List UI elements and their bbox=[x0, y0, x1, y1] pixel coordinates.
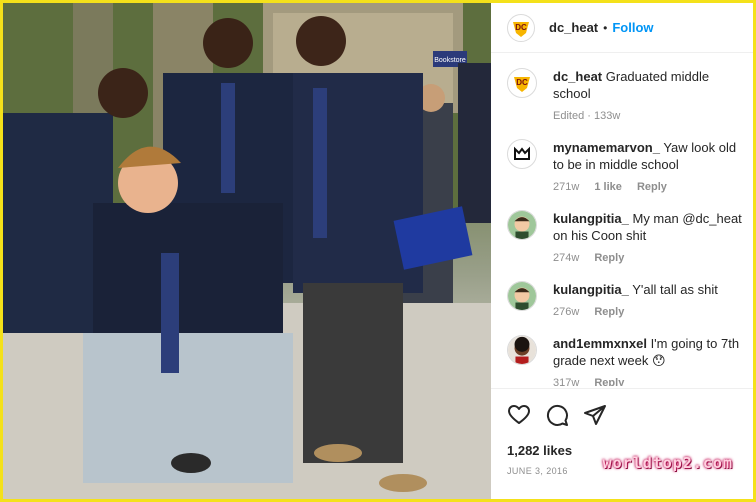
comment-username[interactable]: mynamemarvon_ bbox=[553, 140, 660, 155]
m-logo-icon bbox=[514, 146, 530, 160]
post-photo[interactable]: Bookstore bbox=[3, 3, 491, 499]
svg-text:DC: DC bbox=[516, 78, 528, 87]
post-username[interactable]: dc_heat bbox=[549, 20, 598, 35]
comment-username[interactable]: and1emmxnxel bbox=[553, 336, 647, 351]
heat-logo-icon: DC bbox=[513, 21, 529, 37]
post-header: DC dc_heat • Follow bbox=[491, 3, 753, 53]
header-separator: • bbox=[603, 20, 608, 35]
heart-icon[interactable] bbox=[507, 403, 531, 427]
post-side-panel: DC dc_heat • Follow DC dc_heat Graduated… bbox=[491, 3, 753, 499]
caption-avatar[interactable]: DC bbox=[507, 68, 537, 98]
comment-likes[interactable]: 1 like bbox=[594, 181, 622, 193]
comment-item: mynamemarvon_ Yaw look old to be in midd… bbox=[491, 125, 753, 196]
comment-item: and1emmxnxel I'm going to 7th grade next… bbox=[491, 321, 753, 386]
comment-item: kulangpitia_ Y'all tall as shit 276w Rep… bbox=[491, 267, 753, 321]
caption: DC dc_heat Graduated middle school Edite… bbox=[491, 54, 753, 125]
heat-logo-icon: DC bbox=[514, 77, 530, 92]
comment-age: 271w bbox=[553, 181, 580, 193]
instagram-post-frame: Bookstore DC dc_heat • Follow DC dc_heat… bbox=[3, 3, 753, 499]
person-avatar-icon bbox=[508, 336, 536, 364]
commenter-avatar[interactable] bbox=[507, 335, 537, 365]
comment-age: 276w bbox=[553, 306, 580, 318]
watermark: worldtop2.com bbox=[602, 454, 733, 472]
comment-age: 317w bbox=[553, 377, 580, 386]
comment-age: 274w bbox=[553, 252, 580, 264]
cartoon-avatar-icon bbox=[508, 282, 536, 310]
commenter-avatar[interactable] bbox=[507, 139, 537, 169]
svg-text:DC: DC bbox=[515, 23, 527, 32]
commenter-avatar[interactable] bbox=[507, 210, 537, 240]
reply-button[interactable]: Reply bbox=[594, 252, 624, 264]
cartoon-avatar-icon bbox=[508, 211, 536, 239]
profile-avatar[interactable]: DC bbox=[507, 13, 535, 42]
follow-button[interactable]: Follow bbox=[612, 20, 653, 35]
caption-username[interactable]: dc_heat bbox=[553, 69, 602, 84]
action-icons bbox=[507, 403, 737, 427]
reply-button[interactable]: Reply bbox=[594, 377, 624, 386]
comment-text: Y'all tall as shit bbox=[632, 282, 718, 297]
bookstore-sign: Bookstore bbox=[434, 57, 466, 64]
share-icon[interactable] bbox=[583, 403, 607, 427]
comments-list[interactable]: DC dc_heat Graduated middle school Edite… bbox=[491, 54, 753, 386]
photo-illustration: Bookstore bbox=[3, 3, 491, 499]
caption-meta: Edited · 133w bbox=[553, 110, 621, 122]
comment-item: kulangpitia_ My man @dc_heat on his Coon… bbox=[491, 196, 753, 267]
reply-button[interactable]: Reply bbox=[594, 306, 624, 318]
comment-username[interactable]: kulangpitia_ bbox=[553, 211, 629, 226]
comment-icon[interactable] bbox=[545, 403, 569, 427]
comment-username[interactable]: kulangpitia_ bbox=[553, 282, 629, 297]
reply-button[interactable]: Reply bbox=[637, 181, 667, 193]
commenter-avatar[interactable] bbox=[507, 281, 537, 311]
